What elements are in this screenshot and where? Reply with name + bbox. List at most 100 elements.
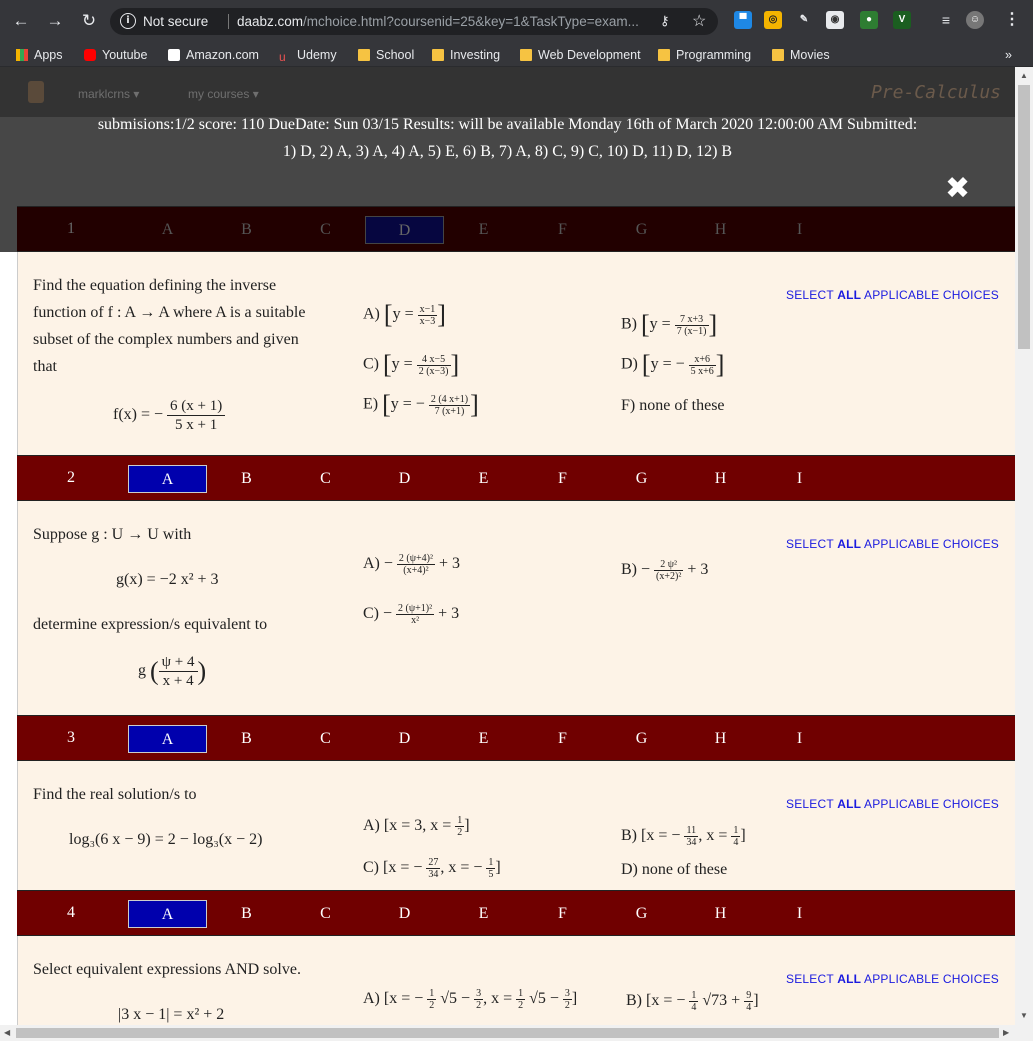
option-h[interactable]: H: [681, 465, 760, 493]
bookmark-movies[interactable]: Movies: [772, 46, 830, 64]
choice-b[interactable]: B) [x = − 11 34, x = 1 4]: [621, 825, 746, 848]
option-a[interactable]: A: [128, 465, 207, 493]
extension-pen-icon[interactable]: ✎: [795, 11, 813, 29]
choice-d[interactable]: D) none of these: [621, 861, 727, 879]
info-icon[interactable]: i: [120, 13, 136, 29]
option-g[interactable]: G: [602, 900, 681, 928]
folder-icon: [358, 49, 370, 61]
option-b[interactable]: B: [207, 725, 286, 753]
scroll-left-icon[interactable]: ◀: [4, 1028, 10, 1037]
option-i[interactable]: I: [760, 465, 839, 493]
horizontal-scrollbar[interactable]: ◀ ▶: [0, 1025, 1015, 1041]
extension-camera-icon[interactable]: ◉: [826, 11, 844, 29]
option-i[interactable]: I: [760, 900, 839, 928]
back-icon[interactable]: ←: [10, 10, 32, 32]
option-c[interactable]: C: [286, 725, 365, 753]
option-f[interactable]: F: [523, 725, 602, 753]
bookmark-udemy[interactable]: u Udemy: [279, 46, 337, 64]
option-f[interactable]: F: [523, 900, 602, 928]
choice-b[interactable]: B) − 2 ψ² (x+2)² + 3: [621, 559, 708, 582]
option-a[interactable]: A: [128, 216, 207, 244]
option-c[interactable]: C: [286, 465, 365, 493]
option-h[interactable]: H: [681, 216, 760, 244]
scroll-down-icon[interactable]: ▼: [1020, 1011, 1028, 1020]
menu-icon[interactable]: ⋮: [1003, 11, 1021, 29]
extension-search-icon[interactable]: ●: [860, 11, 878, 29]
site-logo[interactable]: [28, 81, 44, 103]
scrollbar-thumb[interactable]: [1018, 85, 1030, 349]
option-h[interactable]: H: [681, 900, 760, 928]
option-e[interactable]: E: [444, 216, 523, 244]
close-icon[interactable]: ✖: [945, 171, 970, 206]
bookmark-web-development[interactable]: Web Development: [520, 46, 641, 64]
option-f[interactable]: F: [523, 216, 602, 244]
bookmark-investing[interactable]: Investing: [432, 46, 500, 64]
scroll-up-icon[interactable]: ▲: [1020, 71, 1028, 80]
choice-b[interactable]: B) [y = 7 x+3 7 (x−1)]: [621, 310, 717, 340]
choice-c[interactable]: C) [y = 4 x−5 2 (x−3)]: [363, 350, 459, 380]
option-i[interactable]: I: [760, 216, 839, 244]
option-g[interactable]: G: [602, 216, 681, 244]
bookmark-programming[interactable]: Programming: [658, 46, 751, 64]
avatar[interactable]: ☺: [966, 11, 984, 29]
choice-b[interactable]: B) [x = − 14 √73 + 9 4]: [626, 990, 759, 1013]
choice-c[interactable]: C) − 2 (ψ+1)² x² + 3: [363, 603, 459, 626]
choice-e[interactable]: E) [y = − 2 (4 x+1) 7 (x+1)]: [363, 390, 479, 420]
option-d[interactable]: D: [365, 465, 444, 493]
choice-c[interactable]: C) [x = − 27 34, x = − 1 5]: [363, 857, 501, 880]
option-e[interactable]: E: [444, 900, 523, 928]
courses-menu[interactable]: my courses ▾: [188, 87, 259, 101]
option-e[interactable]: E: [444, 725, 523, 753]
bookmark-school[interactable]: School: [358, 46, 414, 64]
address-bar[interactable]: i Not secure daabz.com/mchoice.html?cour…: [110, 8, 718, 35]
vertical-scrollbar[interactable]: ▲ ▼: [1015, 67, 1033, 1041]
url-text[interactable]: daabz.com/mchoice.html?coursenid=25&key=…: [237, 14, 657, 29]
fraction: 6 (x + 1) 5 x + 1: [167, 397, 226, 434]
bookmark-apps[interactable]: Apps: [16, 46, 63, 64]
choice-a[interactable]: A) [x = 3, x = 1 2]: [363, 815, 470, 838]
choice-a[interactable]: A) [y = x−1 x−3]: [363, 300, 446, 330]
choice-f[interactable]: F) none of these: [621, 397, 725, 415]
option-a[interactable]: A: [128, 725, 207, 753]
scroll-right-icon[interactable]: ▶: [1003, 1028, 1009, 1037]
option-d[interactable]: D: [365, 725, 444, 753]
bookmarks-overflow[interactable]: »: [1005, 46, 1012, 64]
option-g[interactable]: G: [602, 465, 681, 493]
option-d[interactable]: D: [365, 900, 444, 928]
option-b[interactable]: B: [207, 465, 286, 493]
bookmark-amazon[interactable]: Amazon.com: [168, 46, 259, 64]
extension-owl-icon[interactable]: ◎: [764, 11, 782, 29]
option-b[interactable]: B: [207, 216, 286, 244]
amazon-icon: [168, 49, 180, 61]
choice-a[interactable]: A) − 2 (ψ+4)² (x+4)² + 3: [363, 553, 460, 576]
option-a[interactable]: A: [128, 900, 207, 928]
bookmark-youtube[interactable]: Youtube: [84, 46, 147, 64]
extension-icon[interactable]: ▀: [734, 11, 752, 29]
bookmark-label: Investing: [450, 48, 501, 62]
extension-v-icon[interactable]: V: [893, 11, 911, 29]
option-d[interactable]: D: [365, 216, 444, 244]
scrollbar-thumb[interactable]: [16, 1028, 999, 1038]
option-h[interactable]: H: [681, 725, 760, 753]
forward-icon[interactable]: →: [44, 10, 66, 32]
option-e[interactable]: E: [444, 465, 523, 493]
option-i[interactable]: I: [760, 725, 839, 753]
key-icon[interactable]: ⚷: [660, 13, 670, 29]
folder-icon: [520, 49, 532, 61]
choice-a[interactable]: A) [x = − 12 √5 − 32, x = 12 √5 − 3 2]: [363, 988, 577, 1011]
option-c[interactable]: C: [286, 900, 365, 928]
choice-d[interactable]: D) [y = − x+6 5 x+6]: [621, 350, 724, 380]
bookmarks-bar: Apps Youtube Amazon.com u Udemy School In…: [0, 42, 1033, 67]
option-b[interactable]: B: [207, 900, 286, 928]
reload-icon[interactable]: ↻: [78, 10, 100, 32]
bookmark-label: Amazon.com: [186, 48, 259, 62]
option-g[interactable]: G: [602, 725, 681, 753]
course-brand: Pre-Calculus: [870, 82, 1001, 103]
bookmark-star-icon[interactable]: ☆: [692, 11, 706, 31]
browser-toolbar: ← → ↻ i Not secure daabz.com/mchoice.htm…: [0, 0, 1033, 42]
hint-text: APPLICABLE CHOICES: [861, 537, 999, 551]
user-menu[interactable]: marklcrns ▾: [78, 87, 139, 101]
option-c[interactable]: C: [286, 216, 365, 244]
media-control-icon[interactable]: ≡: [937, 11, 955, 29]
option-f[interactable]: F: [523, 465, 602, 493]
